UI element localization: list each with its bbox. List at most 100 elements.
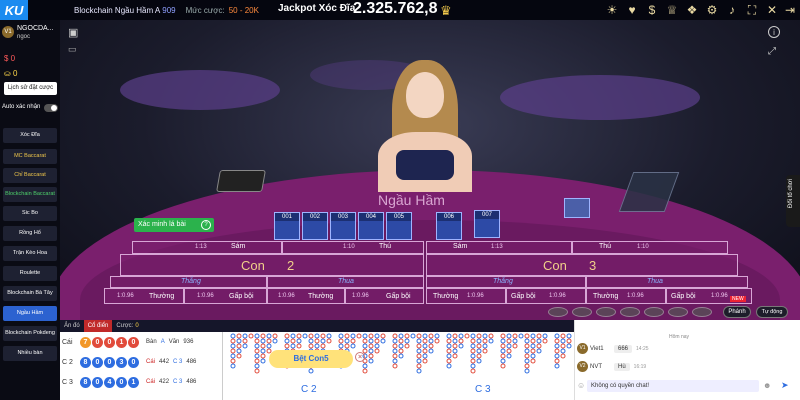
double-bet-button[interactable]: Phánh (723, 306, 751, 318)
favorite-icon[interactable]: ♥ (624, 2, 640, 18)
game-item-xoc-dia[interactable]: Xóc Đĩa (3, 128, 57, 143)
game-item-mc-baccarat[interactable]: MC Baccarat (3, 149, 57, 164)
trophy-icon[interactable]: ♕ (664, 2, 680, 18)
balance-main-value: 0 (10, 54, 16, 63)
sticker-icon[interactable]: ☻ (763, 381, 771, 390)
expand-icon[interactable]: ⤢ (768, 46, 776, 57)
table-game-label: Ngầu Hầm (378, 192, 445, 208)
result-zone-thua-right[interactable]: Thua (586, 276, 748, 288)
emoji-icon[interactable]: ☺ (577, 381, 585, 390)
bet-zone-thuong-lose-left[interactable]: 1:0.96 Thường (267, 288, 345, 304)
exit-icon[interactable]: ⇥ (782, 2, 798, 18)
chip-slot[interactable] (668, 307, 688, 317)
card-slot[interactable]: 002 (302, 212, 328, 240)
info-icon[interactable]: i (768, 26, 780, 38)
game-item-blockchain-ba-tay[interactable]: Blockchain Bà Tây (3, 286, 57, 301)
chip-slot[interactable] (644, 307, 664, 317)
camera-icon[interactable]: ▣ (68, 26, 78, 39)
game-item-roulette[interactable]: Roulette (3, 266, 57, 281)
road-map-dot (392, 363, 398, 369)
bet-zone-con-2[interactable]: Con 2 (120, 254, 424, 276)
road-map-dot (398, 333, 404, 339)
road-map-dot (488, 338, 494, 344)
road-map-dot (392, 353, 398, 359)
brightness-icon[interactable]: ☀ (604, 2, 620, 18)
auto-bet-button[interactable]: Tự động (756, 306, 788, 318)
coin-icon[interactable]: $ (644, 2, 660, 18)
bet-zone-thuong-lose-right[interactable]: Thường 1:0.96 (586, 288, 666, 304)
road-map-dot (356, 333, 362, 339)
card-number: 001 (275, 213, 299, 221)
card-slot[interactable]: 003 (330, 212, 356, 240)
verify-card-button[interactable]: Xác minh lá bài ? (134, 218, 214, 232)
game-item-blockchain-baccarat[interactable]: Blockchain Baccarat (3, 187, 57, 202)
result-zone-thang-right[interactable]: Thắng (426, 276, 586, 288)
road-map-dot (512, 343, 518, 349)
road-map-dot (536, 343, 542, 349)
close-icon[interactable]: ✕ (764, 2, 780, 18)
bet-zone-thu-right[interactable]: Thú 1:10 (572, 241, 728, 254)
settings-icon[interactable]: ⚙ (704, 2, 720, 18)
live-scene: Ngầu Hầm ▣ ▭ i ⤢ Đổi tổ chơi Xác minh lá… (60, 20, 800, 320)
result-zone-thang-left[interactable]: Thắng (110, 276, 267, 288)
road-map-dot (236, 338, 242, 344)
send-icon[interactable]: ➤ (781, 380, 789, 391)
help-icon[interactable]: ? (201, 220, 211, 230)
bet-zone-gap-boi-win-right[interactable]: Gấp bội 1:0.96 (506, 288, 586, 304)
road-map-dot (542, 338, 548, 344)
bet-zone-sam-right[interactable]: Sám 1:13 (426, 241, 572, 254)
bet-zone-thuong-win-right[interactable]: Thường 1:0.96 (426, 288, 506, 304)
road-map-dot (470, 343, 476, 349)
game-item-chi-baccarat[interactable]: Chỉ Baccarat (3, 168, 57, 183)
camera-sub-icon[interactable]: ▭ (68, 44, 77, 55)
bet-zone-thuong-win-left[interactable]: 1:0.96 Thường (104, 288, 184, 304)
bet-zone-gap-boi-lose-left[interactable]: 1:0.96 Gấp bội (345, 288, 424, 304)
sound-icon[interactable]: ♪ (724, 2, 740, 18)
result-zone-thua-left[interactable]: Thua (267, 276, 424, 288)
bet-zone-thu-left[interactable]: 1:10 Thú (282, 241, 424, 254)
chip-slot[interactable] (572, 307, 592, 317)
road-map-dot (260, 343, 266, 349)
game-item-tran-keo-hoa[interactable]: Trận Kèo Hoa (3, 246, 57, 261)
card-number: 005 (387, 213, 411, 221)
bet-zone-sam-left[interactable]: 1:13 Sám (132, 241, 282, 254)
game-item-blockchain-pokdeng[interactable]: Blockchain Pokdeng (3, 326, 57, 341)
bet-history-button[interactable]: Lịch sử đặt cược (4, 82, 57, 95)
card-slot[interactable]: 004 (358, 212, 384, 240)
player-label: Con (543, 258, 567, 273)
crown-icon[interactable]: ♛ (440, 3, 452, 19)
game-item-sic-bo[interactable]: Sic Bo (3, 206, 57, 221)
card-slot[interactable]: 001 (274, 212, 300, 240)
card-shoe (216, 170, 266, 192)
road-map-dot (500, 338, 506, 344)
tab-hide[interactable]: Ản đó (60, 320, 84, 332)
road-map-dot (338, 338, 344, 344)
bet-limit-label: Mức cược: (185, 5, 225, 15)
chip-slot[interactable] (596, 307, 616, 317)
vip-badge: V2 (577, 361, 588, 372)
auto-confirm-toggle[interactable] (44, 104, 58, 112)
card-slot[interactable]: 007 (474, 210, 500, 238)
fullscreen-icon[interactable]: ⛶ (744, 2, 760, 18)
chip-slot[interactable] (620, 307, 640, 317)
tab-classic[interactable]: Cổ điển (83, 320, 113, 332)
card-slot[interactable] (564, 198, 590, 218)
chat-input[interactable]: Không có quyền chat! (587, 380, 759, 392)
card-slot[interactable]: 005 (386, 212, 412, 240)
close-icon[interactable]: × (355, 352, 365, 362)
road-map-dot (392, 343, 398, 349)
stats-row: C 2 8 0 0 3 0 Cái 442 C 3 486 (62, 353, 220, 371)
bet-zone-con-3[interactable]: Con 3 (426, 254, 738, 276)
card-slot[interactable]: 006 (436, 212, 462, 240)
chip-slot[interactable] (692, 307, 712, 317)
change-table-tab[interactable]: Đổi tổ chơi (786, 175, 800, 227)
bet-zone-gap-boi-win-left[interactable]: 1:0.96 Gấp bội (184, 288, 267, 304)
road-map-dot (416, 343, 422, 349)
brand-logo[interactable]: KU (0, 0, 28, 20)
game-item-rong-ho[interactable]: Rồng Hổ (3, 226, 57, 241)
game-item-nhieu-ban[interactable]: Nhiều bàn (3, 346, 57, 361)
streak-tag[interactable]: Bệt Con5 × (269, 350, 365, 368)
game-item-ngau-ham[interactable]: Ngầu Hầm (3, 306, 57, 321)
gift-icon[interactable]: ❖ (684, 2, 700, 18)
chip-slot[interactable] (548, 307, 568, 317)
